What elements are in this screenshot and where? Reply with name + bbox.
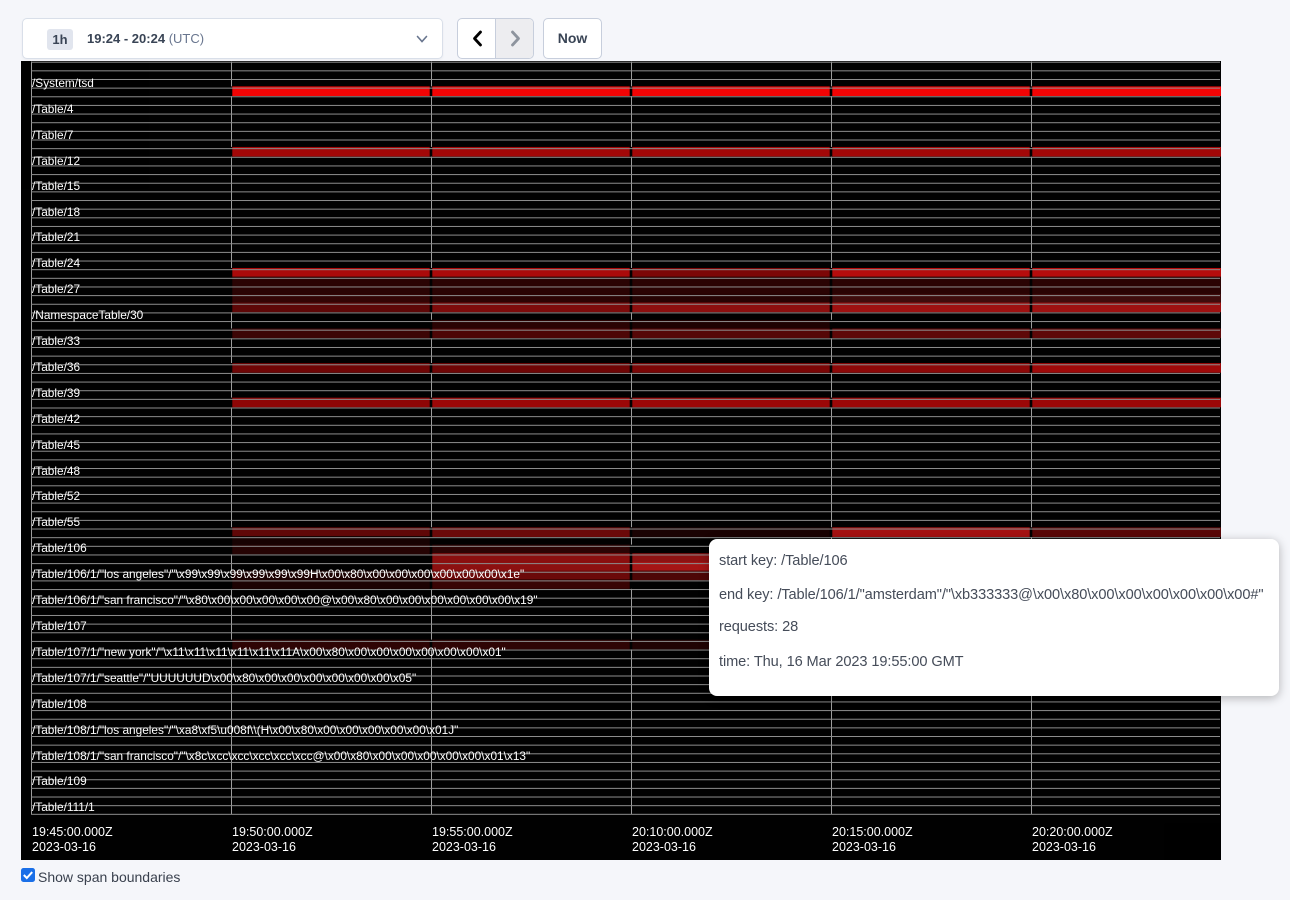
svg-text:/Table/107/1/"new york"/"\x11\: /Table/107/1/"new york"/"\x11\x11\x11\x1…: [32, 645, 506, 659]
svg-text:/Table/12: /Table/12: [32, 154, 80, 168]
svg-text:/Table/7: /Table/7: [32, 128, 73, 142]
svg-text:/Table/36: /Table/36: [32, 360, 80, 374]
svg-text:/Table/107: /Table/107: [32, 619, 87, 633]
svg-text:19:50:00.000Z: 19:50:00.000Z: [232, 825, 313, 839]
svg-text:/Table/106: /Table/106: [32, 541, 87, 555]
svg-text:/Table/27: /Table/27: [32, 282, 80, 296]
svg-text:/Table/111/1: /Table/111/1: [32, 800, 95, 814]
svg-text:/Table/106/1/"los angeles"/"\x: /Table/106/1/"los angeles"/"\x99\x99\x99…: [32, 567, 524, 581]
svg-text:/Table/42: /Table/42: [32, 412, 80, 426]
svg-text:/Table/52: /Table/52: [32, 489, 80, 503]
svg-text:/Table/108/1/"los angeles"/"\x: /Table/108/1/"los angeles"/"\xa8\xf5\u00…: [32, 723, 458, 737]
svg-text:/Table/109: /Table/109: [32, 774, 87, 788]
svg-text:2023-03-16: 2023-03-16: [232, 840, 296, 854]
svg-text:2023-03-16: 2023-03-16: [832, 840, 896, 854]
svg-text:20:10:00.000Z: 20:10:00.000Z: [632, 825, 713, 839]
svg-text:/Table/33: /Table/33: [32, 334, 80, 348]
svg-text:/Table/107/1/"seattle"/"UUUUUU: /Table/107/1/"seattle"/"UUUUUUD\x00\x80\…: [32, 671, 416, 685]
svg-text:19:45:00.000Z: 19:45:00.000Z: [32, 825, 113, 839]
svg-text:2023-03-16: 2023-03-16: [32, 840, 96, 854]
svg-text:20:20:00.000Z: 20:20:00.000Z: [1032, 825, 1113, 839]
svg-text:/Table/24: /Table/24: [32, 256, 80, 270]
svg-text:/Table/15: /Table/15: [32, 179, 80, 193]
svg-text:20:15:00.000Z: 20:15:00.000Z: [832, 825, 913, 839]
svg-text:/Table/45: /Table/45: [32, 438, 80, 452]
svg-text:19:55:00.000Z: 19:55:00.000Z: [432, 825, 513, 839]
svg-text:/Table/55: /Table/55: [32, 515, 80, 529]
svg-text:2023-03-16: 2023-03-16: [632, 840, 696, 854]
svg-text:/Table/4: /Table/4: [32, 102, 74, 116]
svg-text:/NamespaceTable/30: /NamespaceTable/30: [32, 308, 144, 322]
svg-text:/Table/108/1/"san francisco"/": /Table/108/1/"san francisco"/"\x8c\xcc\x…: [32, 749, 530, 763]
svg-text:/Table/106/1/"san francisco"/": /Table/106/1/"san francisco"/"\x80\x00\x…: [32, 593, 538, 607]
svg-text:/Table/39: /Table/39: [32, 386, 80, 400]
svg-text:2023-03-16: 2023-03-16: [1032, 840, 1096, 854]
svg-text:/System/tsd: /System/tsd: [32, 76, 94, 90]
svg-text:2023-03-16: 2023-03-16: [432, 840, 496, 854]
svg-text:/Table/48: /Table/48: [32, 464, 80, 478]
svg-text:/Table/21: /Table/21: [32, 230, 80, 244]
svg-text:/Table/18: /Table/18: [32, 205, 80, 219]
svg-text:/Table/108: /Table/108: [32, 697, 87, 711]
